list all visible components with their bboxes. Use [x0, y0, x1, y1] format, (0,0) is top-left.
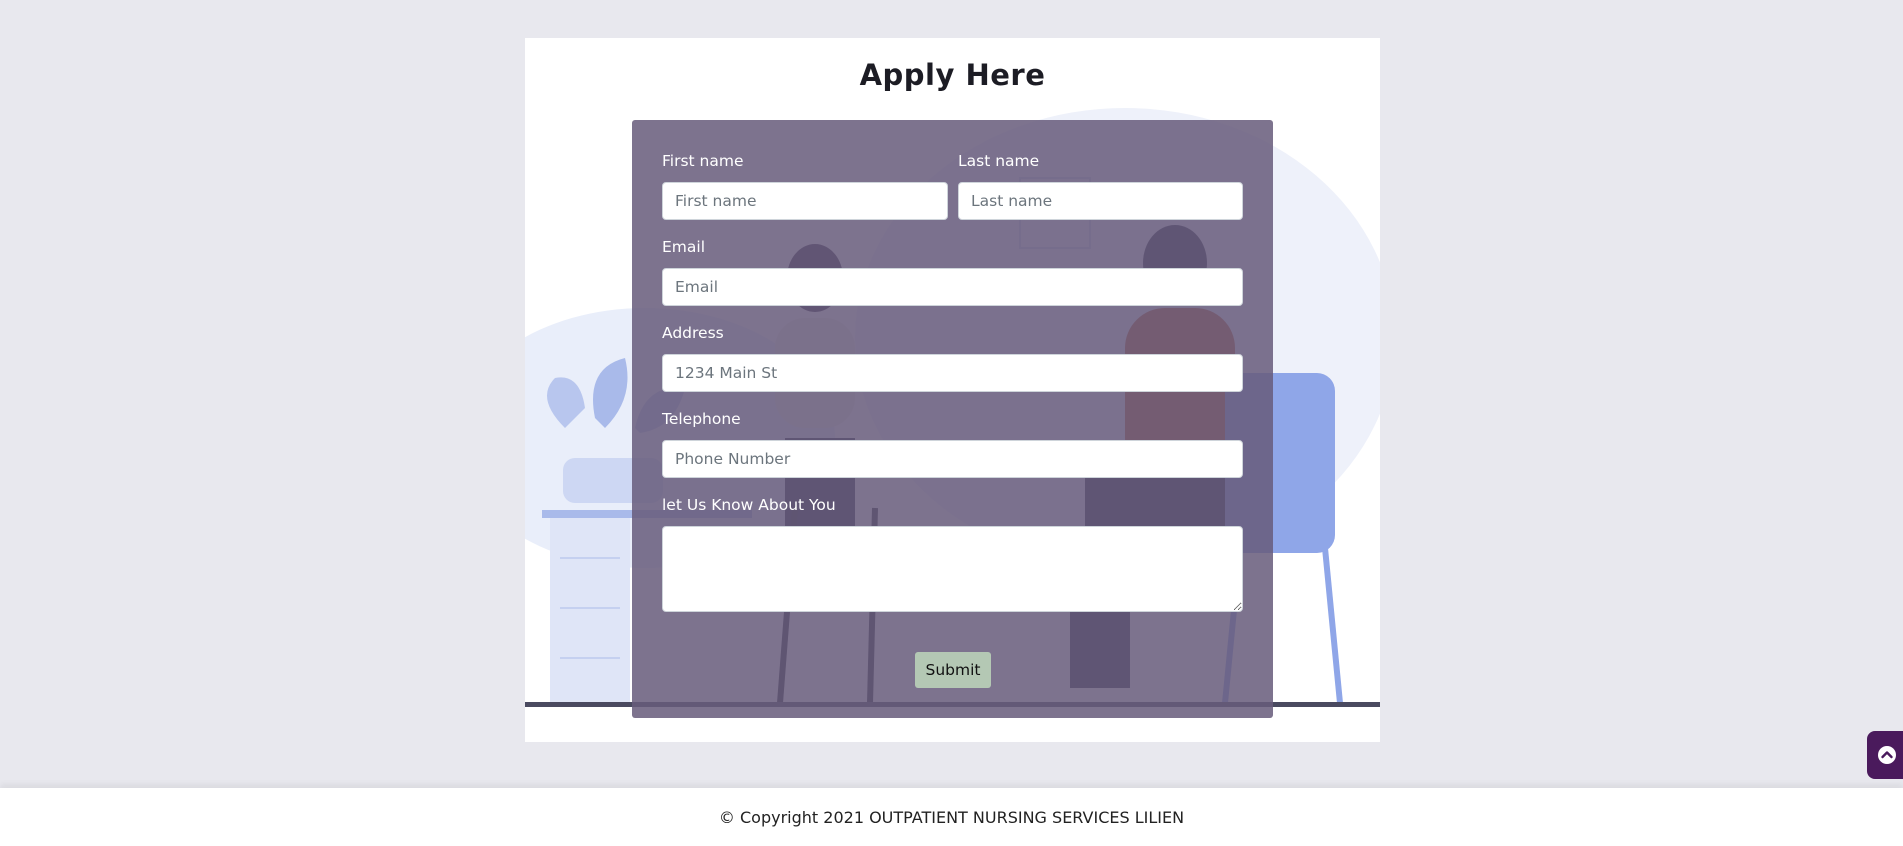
- scroll-to-top-button[interactable]: [1867, 731, 1903, 779]
- about-label: let Us Know About You: [662, 496, 836, 514]
- telephone-label: Telephone: [662, 410, 741, 428]
- telephone-input[interactable]: [662, 440, 1243, 478]
- last-name-input[interactable]: [958, 182, 1243, 220]
- footer: © Copyright 2021 OUTPATIENT NURSING SERV…: [0, 788, 1903, 846]
- address-input[interactable]: [662, 354, 1243, 392]
- first-name-input[interactable]: [662, 182, 948, 220]
- email-label: Email: [662, 238, 706, 256]
- copyright-text: © Copyright 2021 OUTPATIENT NURSING SERV…: [718, 808, 1185, 827]
- page-title: Apply Here: [859, 58, 1046, 92]
- last-name-label: Last name: [958, 152, 1040, 170]
- email-input[interactable]: [662, 268, 1243, 306]
- first-name-label: First name: [662, 152, 744, 170]
- chevron-up-circle-icon: [1878, 746, 1896, 764]
- submit-button[interactable]: Submit: [915, 652, 991, 688]
- about-textarea[interactable]: [662, 526, 1243, 612]
- address-label: Address: [662, 324, 724, 342]
